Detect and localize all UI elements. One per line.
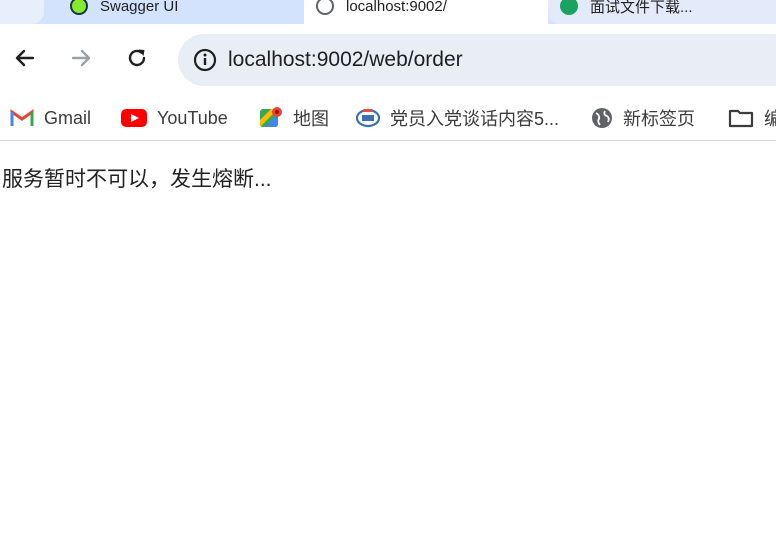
bookmark-folder[interactable]: 编	[728, 104, 776, 132]
site-favicon-icon	[560, 0, 578, 15]
bookmark-label: Gmail	[44, 107, 92, 128]
gmail-icon	[10, 109, 34, 126]
page-content: 服务暂时不可以，发生熔断...	[0, 151, 776, 548]
tab-strip: Swagger UI localhost:9002/ 面试文件下载...	[0, 0, 776, 24]
forward-arrow-icon	[71, 49, 91, 67]
tab-title: 面试文件下载...	[590, 0, 693, 16]
url-text[interactable]: localhost:9002/web/order	[228, 48, 463, 72]
browser-toolbar: localhost:9002/web/order	[0, 24, 776, 96]
forward-button[interactable]	[64, 41, 98, 75]
tab-search[interactable]	[0, 0, 44, 24]
bookmark-label: 党员入党谈话内容5...	[390, 109, 560, 129]
bookmark-label: 编	[764, 109, 776, 129]
globe-icon	[592, 108, 612, 128]
youtube-icon	[121, 109, 147, 127]
tab-title: Swagger UI	[100, 0, 179, 15]
folder-icon	[728, 109, 754, 128]
tab-title: localhost:9002/	[346, 0, 447, 15]
reload-icon	[128, 49, 146, 67]
bookmark-new-tab[interactable]: 新标签页	[591, 104, 695, 132]
tab-swagger[interactable]: Swagger UI	[58, 0, 304, 24]
reload-button[interactable]	[120, 41, 154, 75]
bookmark-gmail[interactable]: Gmail	[10, 104, 91, 132]
site-icon	[356, 108, 380, 128]
bookmark-label: 新标签页	[623, 109, 695, 129]
bookmark-youtube[interactable]: YouTube	[121, 104, 228, 132]
bookmark-label: YouTube	[157, 107, 228, 128]
bookmarks-bar: Gmail YouTube 地图 党员入党谈话内容5... 新标签页 编	[0, 96, 776, 141]
site-info-icon[interactable]	[192, 47, 218, 73]
tab-localhost[interactable]: localhost:9002/	[304, 0, 548, 24]
back-button[interactable]	[8, 41, 42, 75]
address-bar[interactable]: localhost:9002/web/order	[178, 34, 776, 86]
page-icon	[316, 0, 334, 15]
bookmark-maps[interactable]: 地图	[259, 104, 329, 132]
tab-other[interactable]: 面试文件下载...	[548, 0, 776, 24]
fallback-message: 服务暂时不可以，发生熔断...	[2, 168, 272, 191]
back-arrow-icon	[15, 49, 35, 67]
bookmark-party-talk[interactable]: 党员入党谈话内容5...	[356, 104, 559, 132]
maps-icon	[260, 107, 282, 127]
bookmark-label: 地图	[293, 109, 329, 129]
swagger-icon	[70, 0, 88, 15]
